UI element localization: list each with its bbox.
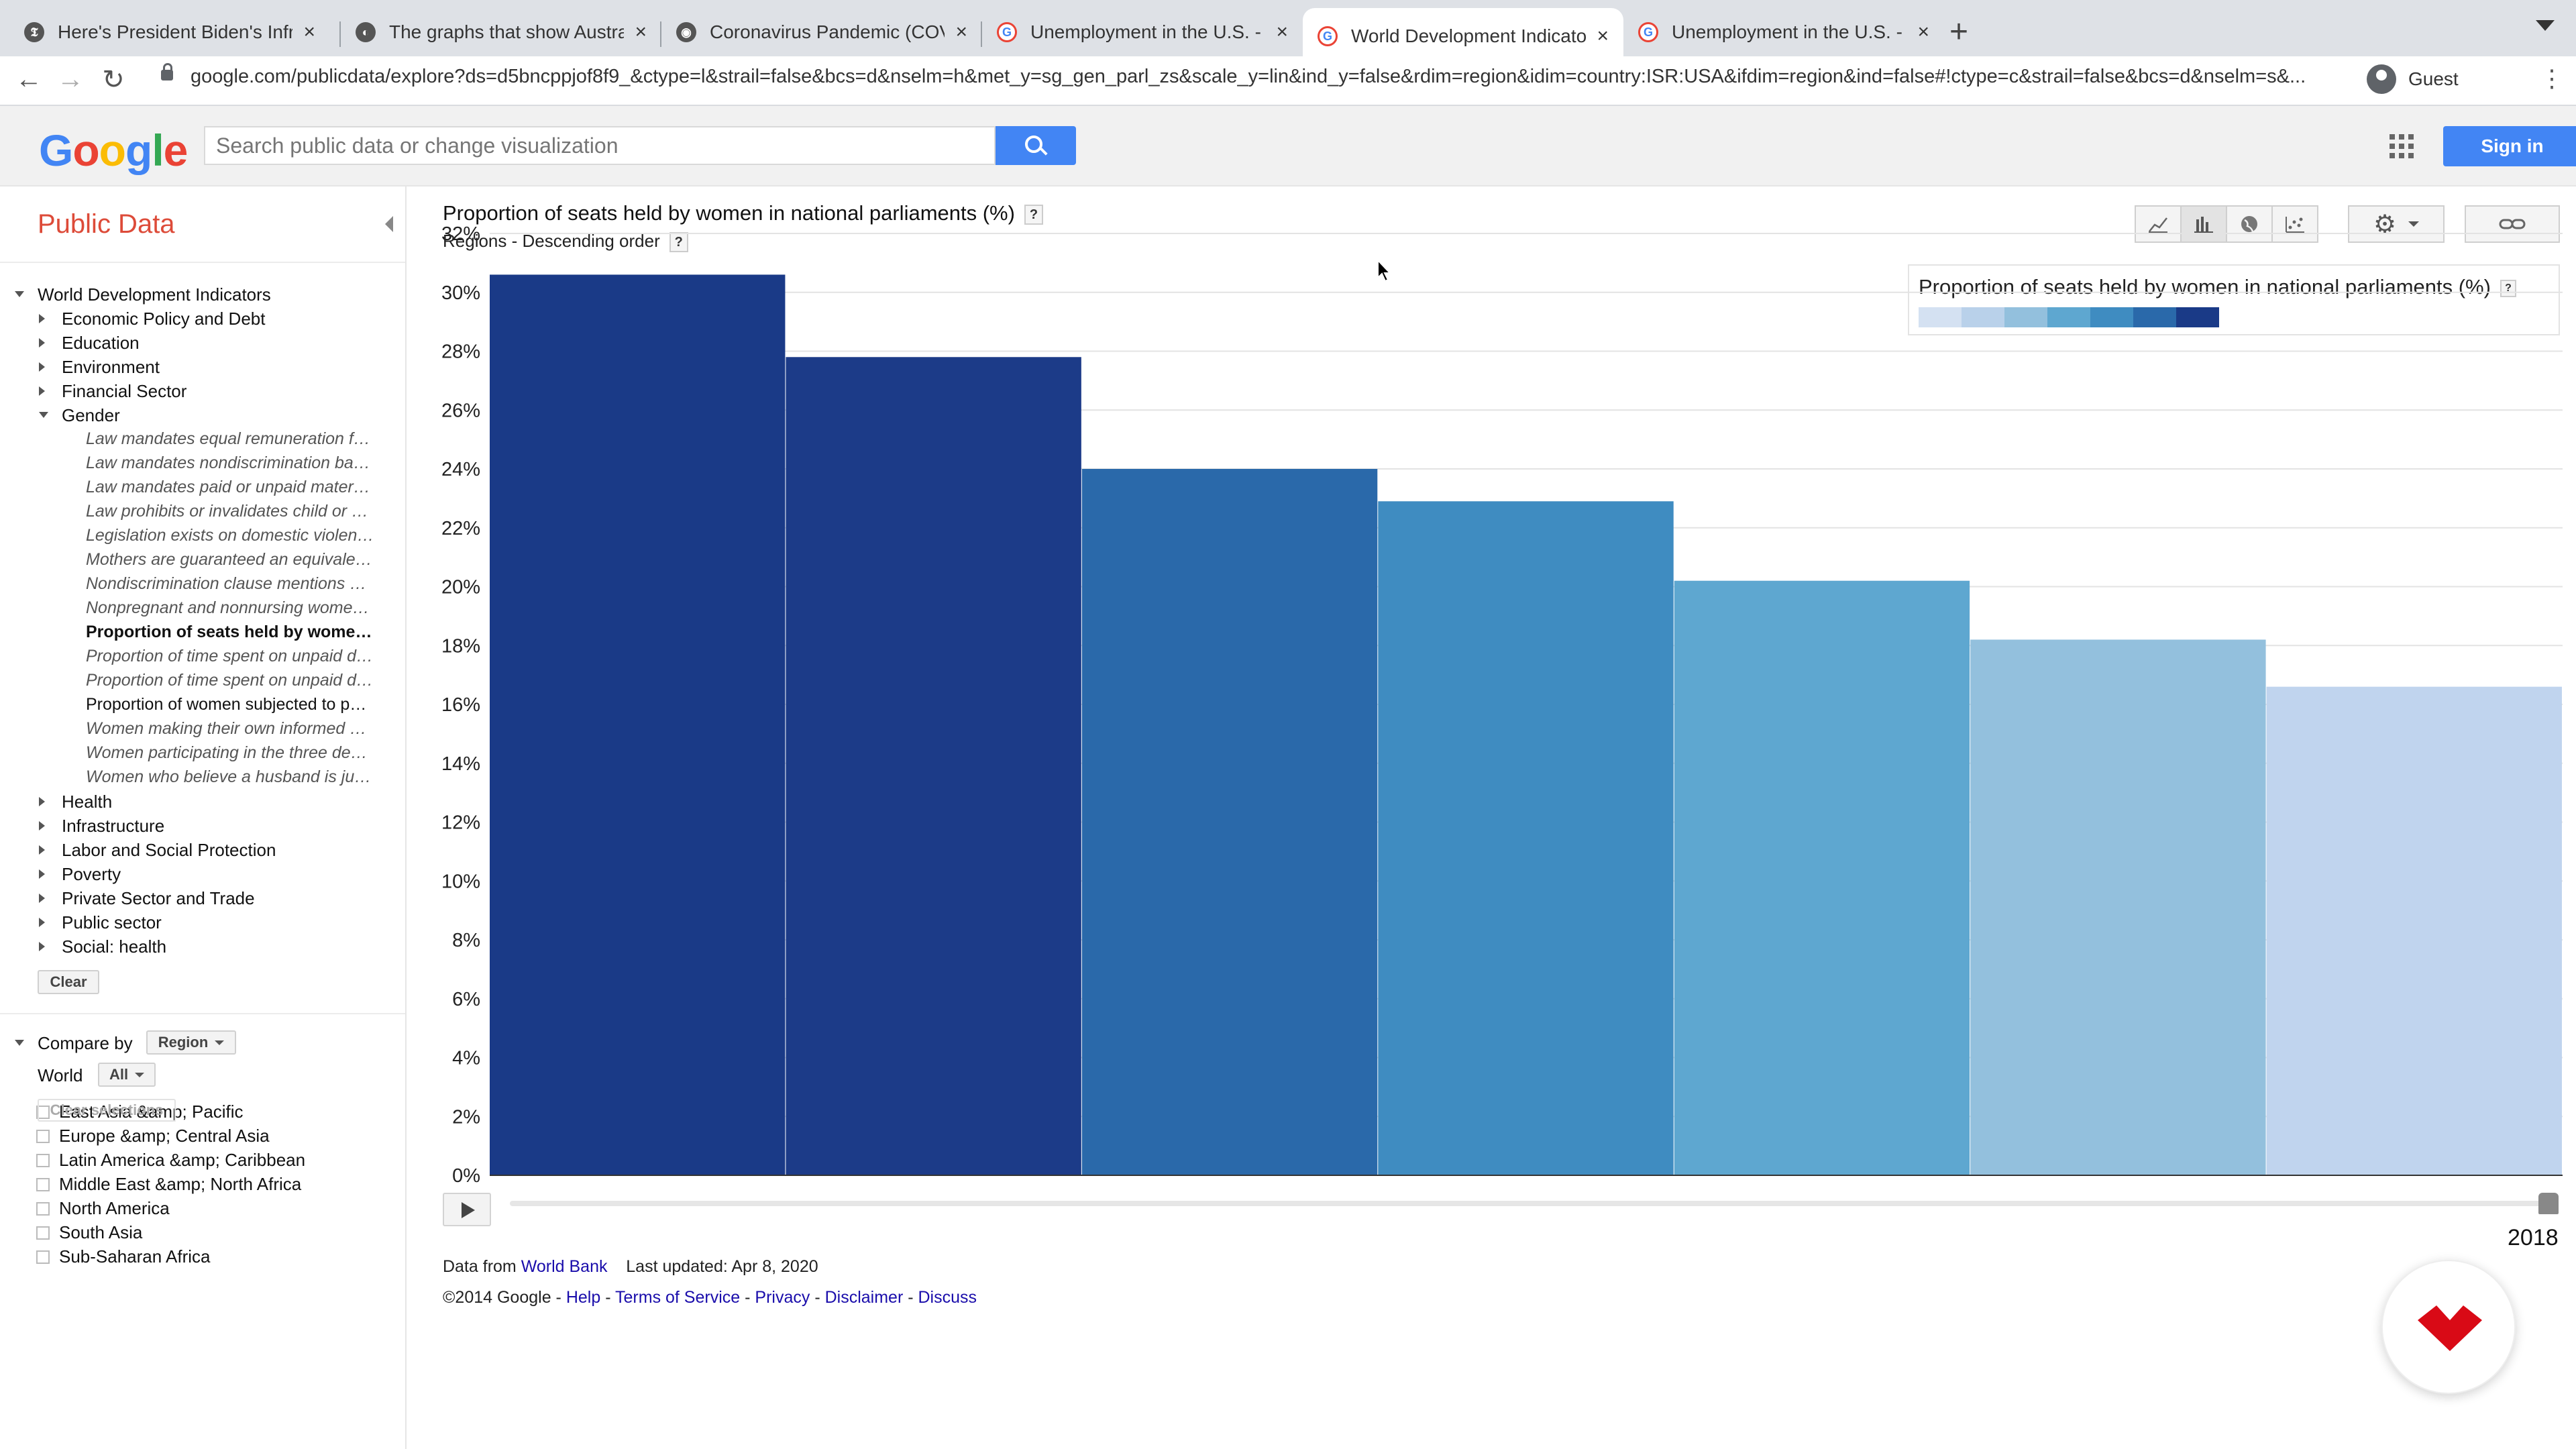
last-updated: Last updated: Apr 8, 2020 — [626, 1257, 818, 1276]
floating-logo-badge[interactable] — [2381, 1260, 2516, 1394]
y-tick-label: 28% — [441, 341, 480, 363]
y-tick-label: 8% — [452, 930, 480, 951]
bar[interactable] — [490, 274, 786, 1175]
world-bank-link[interactable]: World Bank — [521, 1257, 608, 1276]
discuss-link[interactable]: Discuss — [918, 1288, 977, 1307]
y-tick-label: 10% — [441, 871, 480, 892]
brand-logo-icon — [2418, 1305, 2482, 1351]
time-slider-handle[interactable] — [2538, 1193, 2559, 1214]
y-tick-label: 22% — [441, 518, 480, 539]
bar[interactable] — [2266, 686, 2562, 1175]
bar[interactable] — [1378, 501, 1674, 1175]
bar-chart: 0% 2% 4% 6% 8% 10% 12% 14% 16% 18% 20% 22% 24% 26% 28%… — [441, 223, 2563, 1187]
y-tick-label: 24% — [441, 459, 480, 480]
help-link[interactable]: Help — [566, 1288, 600, 1307]
bar[interactable] — [786, 357, 1081, 1175]
time-slider[interactable] — [510, 1201, 2549, 1206]
y-tick-label: 2% — [452, 1106, 480, 1128]
footer-links: ©2014 Google - Help - Terms of Service -… — [443, 1288, 977, 1307]
bar[interactable] — [1674, 580, 1970, 1175]
terms-link[interactable]: Terms of Service — [615, 1288, 740, 1307]
y-tick-label: 16% — [441, 694, 480, 716]
privacy-link[interactable]: Privacy — [755, 1288, 810, 1307]
y-tick-label: 4% — [452, 1048, 480, 1069]
data-source: Data from World Bank Last updated: Apr 8… — [443, 1257, 818, 1276]
y-tick-label: 20% — [441, 577, 480, 598]
play-button[interactable] — [443, 1193, 491, 1226]
bar[interactable] — [1970, 639, 2266, 1175]
y-tick-label: 6% — [452, 989, 480, 1010]
y-tick-label: 32% — [441, 223, 480, 245]
disclaimer-link[interactable]: Disclaimer — [825, 1288, 904, 1307]
y-tick-label: 12% — [441, 812, 480, 834]
y-tick-label: 0% — [452, 1165, 480, 1187]
y-tick-label: 18% — [441, 635, 480, 657]
bar[interactable] — [1081, 469, 1378, 1175]
y-tick-label: 26% — [441, 400, 480, 421]
y-tick-label: 14% — [441, 753, 480, 775]
y-tick-label: 30% — [441, 282, 480, 304]
selected-year: 2018 — [2508, 1225, 2559, 1250]
